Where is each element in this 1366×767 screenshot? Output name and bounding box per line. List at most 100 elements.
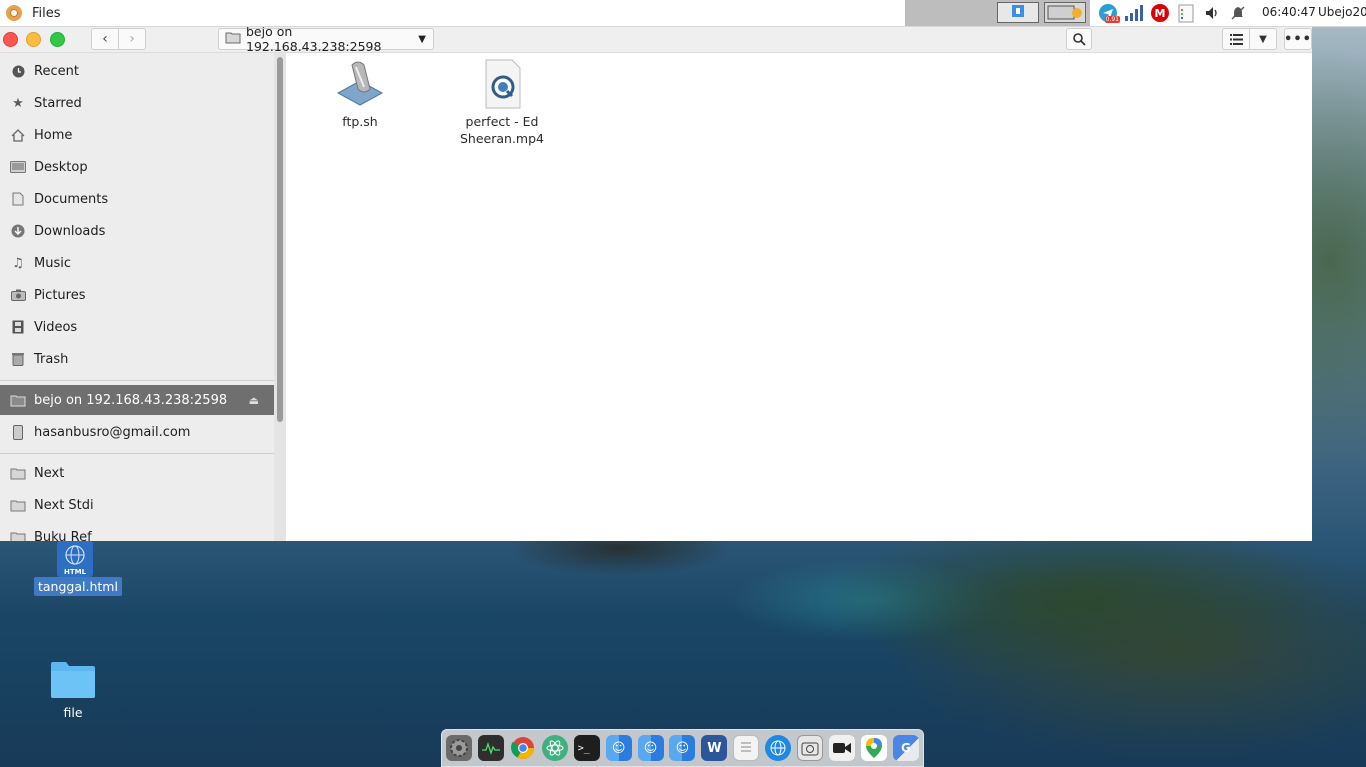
- sidebar-item-label: Downloads: [34, 223, 106, 239]
- system-settings-icon[interactable]: [446, 735, 472, 761]
- sidebar: Recent ★ Starred Home Desktop Documents …: [0, 53, 274, 541]
- trash-icon: [10, 351, 26, 367]
- sidebar-item-music[interactable]: ♫ Music: [0, 248, 274, 278]
- sidebar-item-desktop[interactable]: Desktop: [0, 152, 274, 182]
- sidebar-item-label: hasanbusro@gmail.com: [34, 424, 191, 440]
- sidebar-item-home[interactable]: Home: [0, 120, 274, 150]
- system-monitor-icon[interactable]: [477, 735, 504, 761]
- app-menu-title[interactable]: Files: [32, 6, 61, 21]
- svg-text:M: M: [1155, 7, 1166, 20]
- sidebar-item-label: Recent: [34, 63, 79, 79]
- file-name: ftp.sh: [342, 114, 378, 129]
- network-signal-icon[interactable]: [1124, 3, 1144, 23]
- dock: >_ ☺ ☺ ☺ W G: [441, 729, 924, 767]
- html-badge: HTML: [63, 568, 87, 576]
- html-file-icon: HTML: [57, 541, 93, 577]
- text-editor-icon[interactable]: [733, 735, 760, 761]
- atom-icon[interactable]: [541, 735, 568, 761]
- browser-icon[interactable]: [765, 735, 792, 761]
- files-app-icon[interactable]: [6, 5, 22, 21]
- more-options-button[interactable]: •••: [1284, 28, 1312, 50]
- star-icon: ★: [12, 95, 24, 111]
- sidebar-item-pictures[interactable]: Pictures: [0, 280, 274, 310]
- sidebar-item-label: Pictures: [34, 287, 86, 303]
- close-window-button[interactable]: [3, 32, 18, 47]
- workspace-2[interactable]: [1044, 2, 1086, 23]
- list-view-button[interactable]: [1222, 28, 1250, 50]
- word-icon[interactable]: W: [701, 735, 728, 761]
- document-icon: [10, 191, 26, 207]
- clock-icon: [10, 63, 26, 79]
- file-view[interactable]: ftp.sh perfect - Ed Sheeran.mp4: [286, 53, 1312, 541]
- sidebar-item-label: Desktop: [34, 159, 88, 175]
- desktop-icon: [10, 159, 26, 175]
- volume-icon[interactable]: [1202, 3, 1222, 23]
- file-item-perfect-mp4[interactable]: perfect - Ed Sheeran.mp4: [447, 59, 557, 147]
- download-icon: [10, 223, 26, 239]
- finder-icon[interactable]: ☺: [605, 735, 632, 761]
- desktop-item-tanggal-html[interactable]: HTML tanggal.html: [34, 541, 122, 596]
- clock[interactable]: 06:40:47: [1262, 5, 1316, 19]
- desktop-item-file-folder[interactable]: file: [42, 661, 104, 720]
- sidebar-scrollbar[interactable]: [274, 53, 286, 541]
- sidebar-item-bookmark-next-stdi[interactable]: Next Stdi: [0, 490, 274, 520]
- desktop-item-label: file: [63, 705, 83, 720]
- sidebar-item-label: Videos: [34, 319, 78, 335]
- sidebar-separator: [0, 380, 274, 381]
- sidebar-item-label: Documents: [34, 191, 109, 207]
- sidebar-item-recent[interactable]: Recent: [0, 56, 274, 86]
- sidebar-item-network-share[interactable]: bejo on 192.168.43.238:2598 ⏏: [0, 385, 274, 415]
- sidebar-item-label: Starred: [34, 95, 82, 111]
- translate-glyph: G: [900, 741, 911, 755]
- finder-icon[interactable]: ☺: [637, 735, 664, 761]
- chrome-icon[interactable]: [510, 735, 536, 761]
- screenshot-icon[interactable]: [797, 735, 824, 761]
- sidebar-item-label: bejo on 192.168.43.238:2598: [34, 392, 228, 408]
- maximize-window-button[interactable]: [50, 32, 65, 47]
- back-button[interactable]: ‹: [91, 28, 119, 50]
- user-menu[interactable]: Ubejo20: [1318, 5, 1366, 19]
- view-options-button[interactable]: ▼: [1249, 28, 1277, 50]
- chevron-down-icon: ▼: [1259, 33, 1267, 45]
- finder-icon[interactable]: ☺: [669, 735, 696, 761]
- workspace-switcher[interactable]: [905, 0, 1090, 26]
- sidebar-item-starred[interactable]: ★ Starred: [0, 88, 274, 118]
- maps-icon[interactable]: [860, 735, 887, 761]
- clipboard-icon[interactable]: [1176, 3, 1196, 23]
- top-panel: Files 0.91 M 06:40:47 Ubejo20: [0, 0, 1366, 27]
- folder-icon: [10, 465, 26, 481]
- files-window: ‹ › bejo on 192.168.43.238:2598 ▼ ▼ •••: [0, 27, 1312, 541]
- translate-icon[interactable]: G: [892, 735, 919, 761]
- forward-button[interactable]: ›: [118, 28, 146, 50]
- camera-icon: [10, 287, 26, 303]
- headerbar: ‹ › bejo on 192.168.43.238:2598 ▼ ▼ •••: [0, 27, 1312, 54]
- sidebar-item-label: Next: [34, 465, 65, 481]
- sidebar-item-documents[interactable]: Documents: [0, 184, 274, 214]
- workspace-1[interactable]: [997, 2, 1039, 23]
- sidebar-item-label: Next Stdi: [34, 497, 94, 513]
- telegram-icon[interactable]: 0.91: [1098, 3, 1120, 23]
- sidebar-item-trash[interactable]: Trash: [0, 344, 274, 374]
- sidebar-item-videos[interactable]: Videos: [0, 312, 274, 342]
- sidebar-item-bookmark-buku-ref[interactable]: Buku Ref: [0, 522, 274, 541]
- music-icon: ♫: [12, 255, 24, 271]
- notifications-muted-icon[interactable]: [1228, 3, 1248, 23]
- search-button[interactable]: [1066, 28, 1092, 50]
- minimize-window-button[interactable]: [26, 32, 41, 47]
- scrollbar-thumb[interactable]: [277, 57, 283, 422]
- list-icon: [1229, 33, 1243, 45]
- sidebar-item-downloads[interactable]: Downloads: [0, 216, 274, 246]
- video-camera-icon[interactable]: [829, 735, 856, 761]
- mega-icon[interactable]: M: [1150, 3, 1170, 23]
- video-file-icon: [476, 59, 528, 109]
- sidebar-item-bookmark-next[interactable]: Next: [0, 458, 274, 488]
- folder-icon: [10, 497, 26, 513]
- file-item-ftp-sh[interactable]: ftp.sh: [305, 59, 415, 130]
- sidebar-item-label: Music: [34, 255, 71, 271]
- terminal-icon[interactable]: >_: [573, 735, 600, 761]
- desktop-item-label: tanggal.html: [34, 577, 122, 596]
- sidebar-item-google-account[interactable]: hasanbusro@gmail.com: [0, 417, 274, 447]
- path-bar[interactable]: bejo on 192.168.43.238:2598 ▼: [218, 27, 434, 54]
- eject-icon[interactable]: ⏏: [249, 394, 259, 407]
- sidebar-separator: [0, 453, 274, 454]
